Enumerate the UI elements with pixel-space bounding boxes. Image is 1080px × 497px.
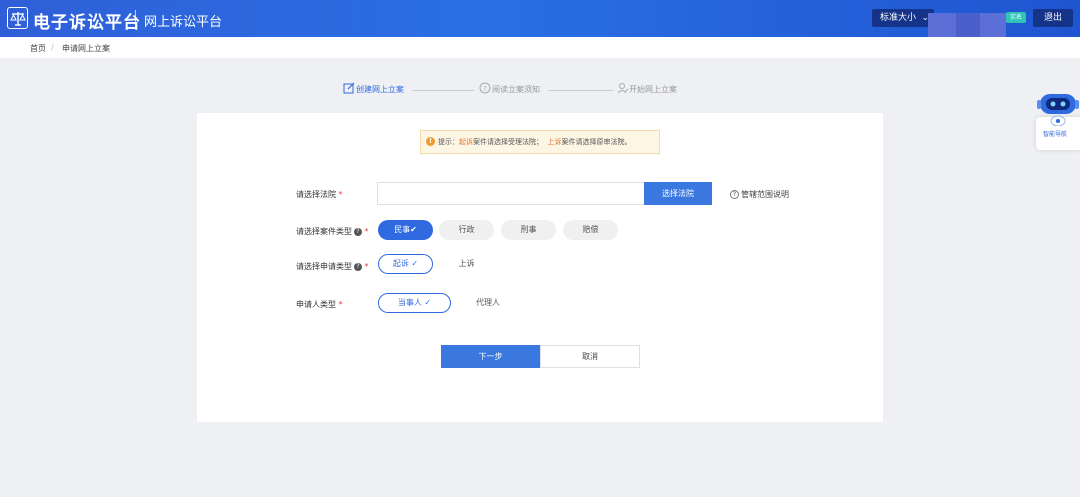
case-type-compensation[interactable]: 赔偿	[563, 220, 618, 240]
apply-type-sue-label: 起诉	[392, 259, 409, 268]
case-type-label-text: 请选择案件类型	[296, 227, 352, 236]
notice-highlight-sue: 起诉	[459, 138, 473, 146]
question-circle-icon: ?	[730, 190, 739, 199]
apply-type-appeal[interactable]: 上诉	[439, 254, 494, 274]
user-name-redacted	[956, 13, 980, 40]
case-type-civil-label: 民事	[394, 225, 411, 234]
header-divider	[135, 10, 136, 27]
applicant-type-label: 申请人类型 *	[296, 299, 343, 310]
step-read-notice: 阅读立案须知	[492, 85, 540, 94]
question-icon[interactable]: ?	[354, 227, 362, 236]
applicant-type-party-label: 当事人	[397, 298, 422, 307]
question-icon[interactable]: ?	[354, 262, 362, 271]
next-step-button[interactable]: 下一步	[441, 345, 540, 368]
cancel-button[interactable]: 取消	[540, 345, 640, 368]
court-label: 请选择法院 *	[296, 189, 343, 200]
breadcrumb: 首页 / 申请网上立案	[0, 37, 1080, 58]
robot-icon[interactable]	[1037, 86, 1079, 126]
step-connector	[412, 90, 474, 91]
top-header: 电子诉讼平台 网上诉讼平台 标准大小 ⌄ 实名 退出	[0, 0, 1080, 37]
logout-button[interactable]: 退出	[1033, 9, 1073, 27]
case-type-label: 请选择案件类型? *	[296, 226, 369, 237]
breadcrumb-separator: /	[51, 43, 54, 52]
apply-type-label: 请选择申请类型? *	[296, 261, 369, 272]
apply-type-sue[interactable]: 起诉 ✓	[378, 254, 433, 274]
step-create: 创建网上立案	[356, 85, 404, 94]
notice-text-2: 案件请选择原审法院。	[561, 138, 632, 146]
font-size-select[interactable]: 标准大小 ⌄	[872, 9, 934, 27]
case-type-criminal[interactable]: 刑事	[501, 220, 556, 240]
required-mark: *	[338, 190, 343, 199]
breadcrumb-home[interactable]: 首页	[30, 43, 46, 54]
question-circle-icon: ?	[479, 82, 491, 94]
edit-icon	[343, 82, 355, 94]
required-mark: *	[364, 262, 369, 271]
jurisdiction-help-text: 管辖范围说明	[741, 190, 789, 199]
realname-badge: 实名	[1006, 12, 1026, 23]
platform-subtitle: 网上诉讼平台	[144, 15, 223, 30]
warning-icon: !	[426, 137, 435, 146]
step-start-filing: 开始网上立案	[629, 85, 677, 94]
applicant-type-label-text: 申请人类型	[296, 300, 336, 309]
jurisdiction-help-link[interactable]: ? 管辖范围说明	[730, 189, 789, 200]
applicant-type-agent[interactable]: 代理人	[457, 293, 519, 313]
scales-logo-icon	[7, 7, 28, 29]
notice-highlight-appeal: 上诉	[547, 138, 562, 146]
breadcrumb-current: 申请网上立案	[62, 44, 110, 53]
court-label-text: 请选择法院	[296, 190, 336, 199]
case-type-administrative[interactable]: 行政	[439, 220, 494, 240]
notice-prefix: 提示：	[438, 138, 459, 146]
svg-text:?: ?	[483, 85, 487, 93]
select-court-button[interactable]: 选择法院	[644, 182, 712, 205]
assistant-label[interactable]: 智能导航	[1043, 129, 1067, 138]
court-input[interactable]	[377, 182, 644, 205]
case-type-civil[interactable]: 民事✔	[378, 220, 433, 240]
user-edit-icon	[617, 83, 629, 94]
notice-text-1: 案件请选择受理法院；	[473, 138, 543, 146]
required-mark: *	[338, 300, 343, 309]
step-connector	[548, 90, 613, 91]
required-mark: *	[364, 227, 369, 236]
applicant-type-party[interactable]: 当事人 ✓	[378, 293, 451, 313]
font-size-select-value: 标准大小	[880, 13, 917, 23]
brand-title: 电子诉讼平台	[33, 13, 141, 33]
filing-notice: ! 提示：起诉案件请选择受理法院； 上诉案件请选择原审法院。	[420, 130, 660, 154]
apply-type-label-text: 请选择申请类型	[296, 262, 352, 271]
